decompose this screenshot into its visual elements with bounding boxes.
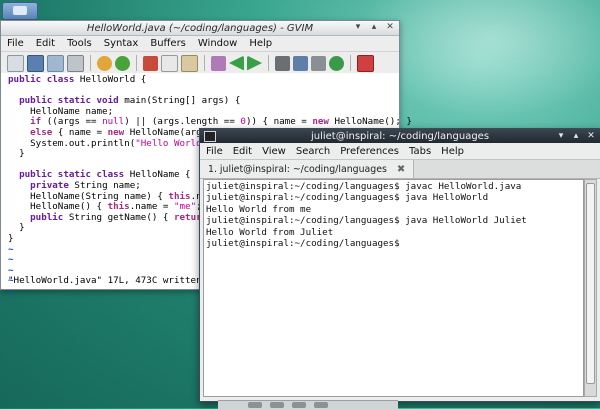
gvim-title: HelloWorld.java (~/coding/languages) - G… bbox=[86, 22, 314, 34]
redo-icon[interactable] bbox=[115, 55, 130, 71]
dock-launcher-icon[interactable] bbox=[248, 402, 262, 408]
help-icon[interactable] bbox=[357, 54, 374, 72]
load-session-icon[interactable] bbox=[275, 55, 290, 71]
save-all-icon[interactable] bbox=[47, 54, 64, 72]
menu-edit[interactable]: Edit bbox=[36, 38, 55, 49]
copy-icon[interactable] bbox=[161, 54, 178, 72]
save-icon[interactable] bbox=[27, 54, 44, 72]
make-icon[interactable] bbox=[329, 55, 344, 71]
toolbar-separator bbox=[204, 55, 205, 71]
toolbar-separator bbox=[136, 55, 137, 71]
menu-view[interactable]: View bbox=[262, 146, 286, 157]
save-session-icon[interactable] bbox=[293, 55, 308, 71]
paste-icon[interactable] bbox=[181, 54, 198, 72]
menu-edit[interactable]: Edit bbox=[233, 146, 252, 157]
top-panel-launcher-icon[interactable] bbox=[2, 2, 38, 20]
find-next-icon[interactable] bbox=[247, 55, 262, 71]
run-script-icon[interactable] bbox=[311, 55, 326, 71]
close-icon[interactable]: ✕ bbox=[586, 131, 596, 141]
gvim-menubar: File Edit Tools Syntax Buffers Window He… bbox=[1, 36, 399, 52]
toolbar-separator bbox=[90, 55, 91, 71]
open-file-icon[interactable] bbox=[7, 54, 24, 72]
menu-tools[interactable]: Tools bbox=[67, 38, 92, 49]
dock-launcher-icon[interactable] bbox=[270, 402, 284, 408]
terminal-menubar: File Edit View Search Preferences Tabs H… bbox=[200, 143, 600, 159]
menu-help[interactable]: Help bbox=[441, 146, 464, 157]
scrollbar-thumb[interactable] bbox=[586, 183, 595, 384]
terminal-line: juliet@inspiral:~/coding/languages$ java… bbox=[206, 192, 489, 204]
terminal-screen[interactable]: juliet@inspiral:~/coding/languages$ java… bbox=[203, 179, 584, 397]
minimize-icon[interactable]: ▾ bbox=[556, 131, 566, 141]
menu-buffers[interactable]: Buffers bbox=[150, 38, 186, 49]
close-tab-icon[interactable]: ✖ bbox=[397, 164, 405, 175]
terminal-title: juliet@inspiral: ~/coding/languages bbox=[310, 130, 490, 142]
terminal-scrollbar[interactable] bbox=[584, 179, 597, 397]
print-icon[interactable] bbox=[67, 54, 84, 72]
dock-launcher-icon[interactable] bbox=[314, 402, 328, 408]
dock-launcher-icon[interactable] bbox=[292, 402, 306, 408]
terminal-line: juliet@inspiral:~/coding/languages$ java… bbox=[206, 215, 527, 227]
terminal-line: Hello World from Juliet bbox=[206, 226, 334, 238]
find-previous-icon[interactable] bbox=[229, 55, 244, 71]
close-icon[interactable]: ✕ bbox=[385, 22, 395, 32]
toolbar-separator bbox=[268, 55, 269, 71]
maximize-icon[interactable]: ▴ bbox=[369, 22, 379, 32]
menu-preferences[interactable]: Preferences bbox=[340, 146, 399, 157]
terminal-tab-label: 1. juliet@inspiral: ~/coding/languages bbox=[208, 163, 387, 175]
gvim-toolbar bbox=[1, 52, 399, 75]
find-replace-icon[interactable] bbox=[211, 55, 226, 71]
menu-syntax[interactable]: Syntax bbox=[104, 38, 139, 49]
terminal-tab[interactable]: 1. juliet@inspiral: ~/coding/languages ✖ bbox=[200, 160, 415, 178]
terminal-line: juliet@inspiral:~/coding/languages$ java… bbox=[206, 181, 522, 192]
cut-icon[interactable] bbox=[143, 55, 158, 71]
terminal-line: Hello World from me bbox=[206, 203, 312, 215]
menu-search[interactable]: Search bbox=[296, 146, 330, 157]
menu-tabs[interactable]: Tabs bbox=[409, 146, 431, 157]
terminal-tab-row: 1. juliet@inspiral: ~/coding/languages ✖ bbox=[200, 159, 600, 179]
menu-help[interactable]: Help bbox=[249, 38, 272, 49]
gvim-titlebar[interactable]: HelloWorld.java (~/coding/languages) - G… bbox=[1, 21, 399, 36]
toolbar-separator bbox=[350, 55, 351, 71]
vim-status-line: "HelloWorld.java" 17L, 473C written bbox=[8, 275, 202, 286]
undo-icon[interactable] bbox=[97, 55, 112, 71]
terminal-line: juliet@inspiral:~/coding/languages$ bbox=[206, 238, 400, 250]
minimize-icon[interactable]: ▾ bbox=[353, 22, 363, 32]
menu-file[interactable]: File bbox=[7, 38, 24, 49]
terminal-titlebar[interactable]: juliet@inspiral: ~/coding/languages ▾ ▴ … bbox=[200, 129, 600, 143]
terminal-window: juliet@inspiral: ~/coding/languages ▾ ▴ … bbox=[199, 128, 600, 402]
menu-window[interactable]: Window bbox=[198, 38, 237, 49]
menu-file[interactable]: File bbox=[206, 146, 223, 157]
maximize-icon[interactable]: ▴ bbox=[571, 131, 581, 141]
